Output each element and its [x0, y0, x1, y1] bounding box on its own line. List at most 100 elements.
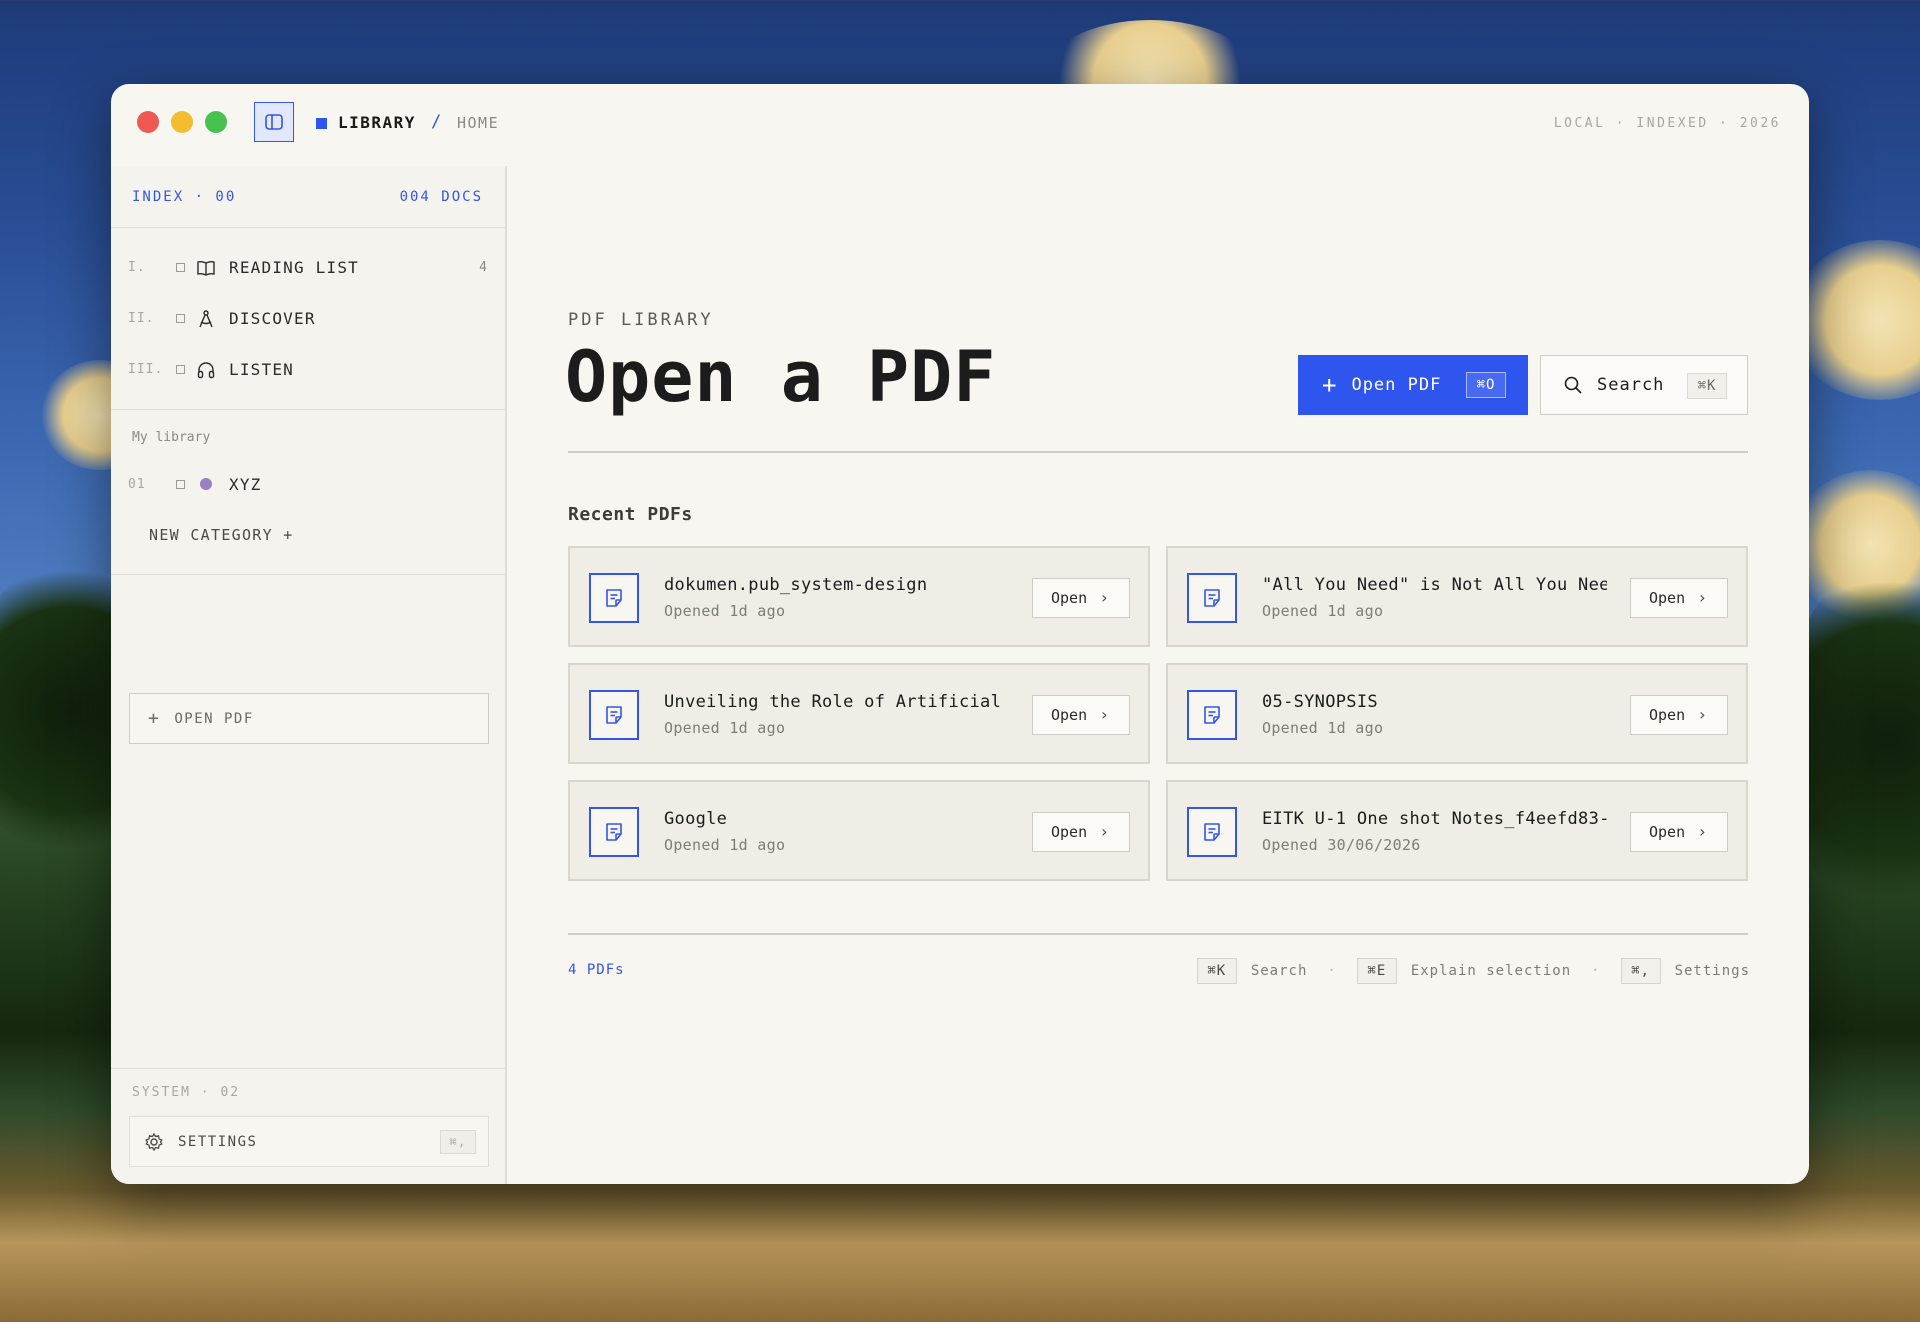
explain-shortcut-key: ⌘E [1356, 958, 1397, 984]
sidebar: INDEX · 00 004 DOCS I. READING LIST 4 II… [111, 166, 507, 1184]
chevron-right-icon: › [1099, 822, 1109, 841]
close-window-button[interactable] [137, 111, 159, 133]
pdf-title: dokumen.pub_system-design [664, 575, 928, 595]
settings-shortcut-key: ⌘, [1620, 958, 1661, 984]
header-divider [568, 451, 1748, 453]
checkbox-square-icon [176, 365, 185, 374]
plus-icon: + [1322, 371, 1338, 399]
chevron-right-icon: › [1099, 588, 1109, 607]
pdf-card[interactable]: "All You Need" is Not All You Nee… Opene… [1166, 546, 1748, 647]
open-pdf-shortcut: ⌘O [1466, 372, 1506, 398]
explain-shortcut-label: Explain selection [1410, 963, 1572, 979]
nav-number: III. [128, 362, 164, 377]
pdf-title: Google [664, 809, 728, 829]
pdf-opened-time: Opened 1d ago [664, 836, 786, 854]
system-label: SYSTEM · 02 [132, 1085, 241, 1100]
docs-count: 004 DOCS [399, 188, 483, 205]
open-pdf-label: OPEN PDF [174, 710, 254, 727]
sidebar-item-reading-list[interactable]: I. READING LIST 4 [111, 242, 505, 293]
chevron-right-icon: › [1697, 822, 1707, 841]
open-label: Open [1649, 706, 1686, 724]
pdf-title: EITK U-1 One shot Notes_f4eefd83-… [1262, 809, 1607, 829]
breadcrumb-home: HOME [457, 114, 500, 132]
index-status: LOCAL · INDEXED · 2026 [1553, 116, 1781, 131]
category-color-dot [200, 478, 212, 490]
sidebar-panel-icon [265, 114, 283, 130]
pdf-card[interactable]: Unveiling the Role of Artificial … Opene… [568, 663, 1150, 764]
chevron-right-icon: › [1697, 705, 1707, 724]
open-pdf-card-button[interactable]: Open › [1032, 812, 1130, 852]
gear-icon [145, 1132, 163, 1151]
settings-shortcut-label: Settings [1674, 963, 1750, 979]
search-button[interactable]: Search ⌘K [1540, 355, 1748, 415]
recent-pdfs-heading: Recent PDFs [568, 504, 693, 525]
pdf-opened-time: Opened 1d ago [664, 719, 786, 737]
recent-pdfs-grid: dokumen.pub_system-design Opened 1d ago … [568, 546, 1748, 881]
sidebar-item-discover[interactable]: II. DISCOVER [111, 293, 505, 344]
checkbox-square-icon [176, 314, 185, 323]
checkbox-square-icon [176, 263, 185, 272]
pdf-card[interactable]: EITK U-1 One shot Notes_f4eefd83-… Opene… [1166, 780, 1748, 881]
sidebar-item-label: DISCOVER [229, 309, 316, 328]
search-button-label: Search [1597, 375, 1665, 395]
separator-dot: · [1327, 963, 1337, 979]
open-pdf-card-button[interactable]: Open › [1032, 695, 1130, 735]
settings-shortcut: ⌘, [440, 1130, 476, 1154]
new-category-button[interactable]: NEW CATEGORY + [111, 510, 505, 560]
sidebar-item-listen[interactable]: III. LISTEN [111, 344, 505, 395]
sidebar-item-label: READING LIST [229, 258, 359, 277]
open-pdf-card-button[interactable]: Open › [1032, 578, 1130, 618]
open-pdf-card-button[interactable]: Open › [1630, 695, 1728, 735]
pdf-card[interactable]: Google Opened 1d ago Open › [568, 780, 1150, 881]
breadcrumb-library[interactable]: LIBRARY [338, 113, 416, 132]
checkbox-square-icon [176, 479, 185, 489]
pdf-card[interactable]: dokumen.pub_system-design Opened 1d ago … [568, 546, 1150, 647]
category-label: XYZ [229, 474, 262, 494]
document-icon [1187, 807, 1237, 857]
open-pdf-button[interactable]: + Open PDF ⌘O [1298, 355, 1528, 415]
compass-drafting-icon [199, 309, 213, 327]
reading-list-count: 4 [479, 260, 487, 275]
sidebar-open-pdf-button[interactable]: + OPEN PDF [129, 693, 489, 744]
shortcut-hints: ⌘K Search · ⌘E Explain selection · ⌘, Se… [1196, 958, 1750, 984]
sidebar-header: INDEX · 00 004 DOCS [111, 166, 505, 228]
pdf-card[interactable]: 05-SYNOPSIS Opened 1d ago Open › [1166, 663, 1748, 764]
document-icon [1187, 573, 1237, 623]
search-icon [1564, 376, 1582, 394]
settings-label: SETTINGS [178, 1133, 258, 1150]
pdf-opened-time: Opened 1d ago [664, 602, 786, 620]
app-window: LIBRARY / HOME LOCAL · INDEXED · 2026 IN… [111, 84, 1809, 1184]
headphones-icon [197, 361, 215, 378]
pdf-title: 05-SYNOPSIS [1262, 692, 1378, 712]
pdf-count: 4 PDFs [568, 962, 625, 978]
document-icon [589, 573, 639, 623]
open-label: Open [1649, 823, 1686, 841]
breadcrumb-separator: / [431, 112, 442, 132]
main-content: PDF LIBRARY Open a PDF + Open PDF ⌘O Sea… [509, 166, 1809, 1184]
open-label: Open [1649, 589, 1686, 607]
nav-number: II. [128, 311, 155, 326]
my-library-section: My library 01 XYZ NEW CATEGORY + [111, 410, 505, 575]
my-library-heading: My library [132, 430, 211, 445]
nav-number: I. [128, 260, 146, 275]
settings-button[interactable]: SETTINGS ⌘, [129, 1116, 489, 1167]
open-label: Open [1051, 823, 1088, 841]
chevron-right-icon: › [1099, 705, 1109, 724]
search-shortcut: ⌘K [1687, 373, 1727, 399]
chevron-right-icon: › [1697, 588, 1707, 607]
open-label: Open [1051, 589, 1088, 607]
sidebar-toggle-button[interactable] [254, 102, 294, 142]
titlebar: LIBRARY / HOME LOCAL · INDEXED · 2026 [111, 84, 1809, 166]
page-title: Open a PDF [565, 336, 997, 418]
sidebar-item-xyz[interactable]: 01 XYZ [111, 458, 505, 510]
open-pdf-card-button[interactable]: Open › [1630, 578, 1728, 618]
minimize-window-button[interactable] [171, 111, 193, 133]
plus-icon: + [148, 708, 161, 729]
library-square-icon [316, 118, 327, 129]
footer-divider [568, 933, 1748, 935]
pdf-opened-time: Opened 1d ago [1262, 602, 1384, 620]
open-pdf-card-button[interactable]: Open › [1630, 812, 1728, 852]
document-icon [589, 690, 639, 740]
open-label: Open [1051, 706, 1088, 724]
zoom-window-button[interactable] [205, 111, 227, 133]
